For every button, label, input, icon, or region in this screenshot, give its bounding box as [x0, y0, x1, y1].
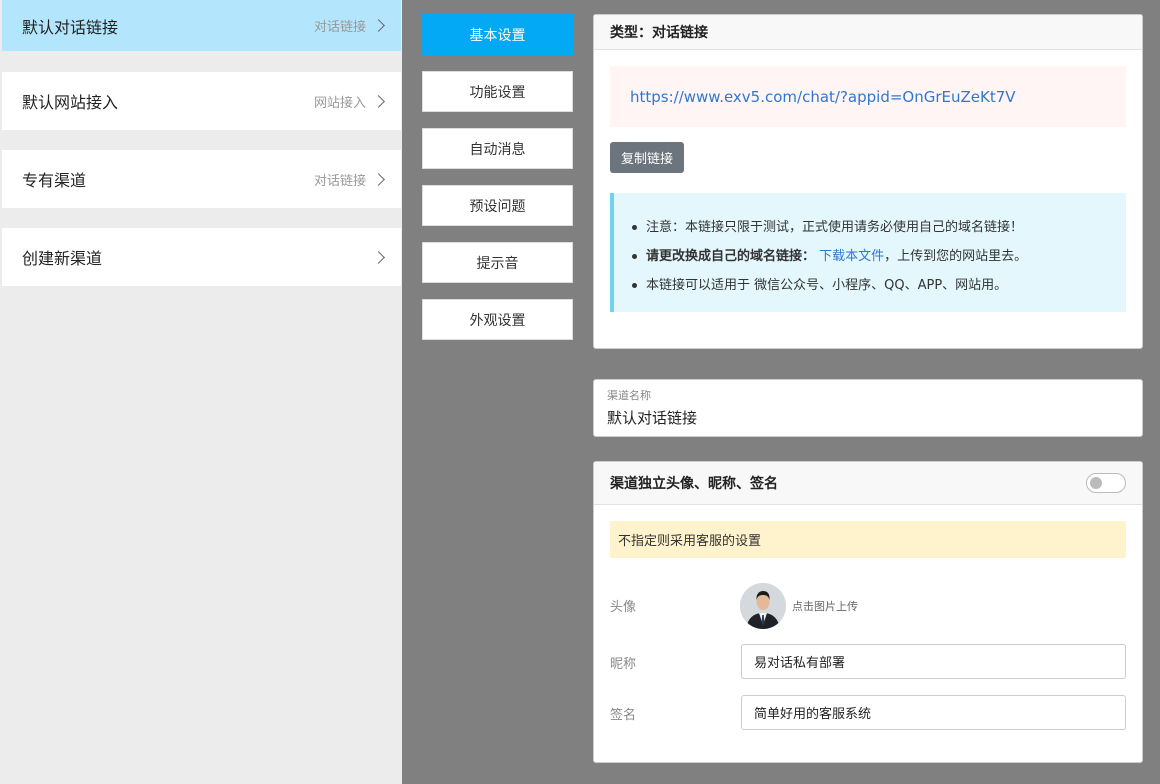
notice-box: 注意：本链接只限于测试，正式使用请务必使用自己的域名链接！ 请更改换成自己的域名…: [610, 193, 1126, 312]
tab-feature-settings[interactable]: 功能设置: [422, 71, 573, 112]
channel-item-exclusive[interactable]: 专有渠道 对话链接: [2, 150, 401, 208]
card-title: 渠道独立头像、昵称、签名: [594, 462, 1142, 505]
channel-type: 对话链接: [313, 20, 366, 35]
link-box: https://www.exv5.com/chat/?appid=OnGrEuZ…: [610, 66, 1126, 127]
signature-label: 签名: [610, 708, 637, 723]
person-avatar-icon: [740, 583, 786, 629]
tab-basic-settings[interactable]: 基本设置: [422, 14, 573, 55]
tab-appearance-settings[interactable]: 外观设置: [422, 299, 573, 340]
copy-link-button[interactable]: 复制链接: [610, 142, 684, 173]
profile-toggle[interactable]: [1086, 473, 1126, 493]
nickname-input[interactable]: [741, 644, 1126, 679]
tab-notification-sound[interactable]: 提示音: [422, 242, 573, 283]
notice-item: 请更改换成自己的域名链接： 下载本文件，上传到您的网站里去。: [630, 242, 1110, 271]
field-label: 渠道名称: [607, 389, 651, 402]
card-title-text: 渠道独立头像、昵称、签名: [610, 476, 778, 492]
chevron-right-icon: [372, 94, 385, 108]
chevron-right-icon: [372, 19, 385, 32]
chevron-right-icon: [372, 172, 385, 186]
toggle-knob: [1090, 477, 1102, 489]
upload-hint: 点击图片上传: [792, 600, 858, 613]
channel-list: 默认对话链接 对话链接 默认网站接入 网站接入 专有渠道 对话链接 创建新渠道: [0, 0, 402, 784]
field-value: 默认对话链接: [607, 409, 698, 427]
card-title: 类型：对话链接: [594, 15, 1142, 50]
tab-auto-messages[interactable]: 自动消息: [422, 128, 573, 169]
channel-name: 默认网站接入: [22, 93, 119, 112]
channel-item-default-chat[interactable]: 默认对话链接 对话链接: [2, 0, 401, 51]
create-channel-button[interactable]: 创建新渠道: [2, 228, 401, 286]
channel-name-field[interactable]: 渠道名称 默认对话链接: [593, 379, 1143, 437]
channel-item-default-website[interactable]: 默认网站接入 网站接入: [2, 72, 401, 130]
notice-item: 注意：本链接只限于测试，正式使用请务必使用自己的域名链接！: [630, 213, 1110, 242]
avatar[interactable]: [740, 583, 786, 629]
channel-name: 专有渠道: [22, 171, 87, 190]
notice-item: 本链接可以适用于 微信公众号、小程序、QQ、APP、网站用。: [630, 271, 1110, 300]
tab-preset-questions[interactable]: 预设问题: [422, 185, 573, 226]
nickname-label: 昵称: [610, 657, 637, 672]
chat-link[interactable]: https://www.exv5.com/chat/?appid=OnGrEuZ…: [630, 88, 1016, 106]
notice-text: 注意：本链接只限于测试，正式使用请务必使用自己的域名链接！: [646, 220, 1024, 235]
download-file-link[interactable]: 下载本文件: [819, 249, 884, 264]
signature-input[interactable]: [741, 695, 1126, 730]
channel-type: 网站接入: [313, 95, 366, 111]
link-card: 类型：对话链接 https://www.exv5.com/chat/?appid…: [593, 14, 1143, 349]
avatar-label: 头像: [610, 600, 637, 615]
channel-type: 对话链接: [313, 173, 366, 189]
notice-text: ，上传到您的网站里去。: [884, 249, 1028, 264]
channel-name: 默认对话链接: [22, 17, 119, 37]
channel-name: 创建新渠道: [22, 249, 103, 268]
profile-card: 渠道独立头像、昵称、签名 不指定则采用客服的设置 头像 点击图片上传 昵称 签名: [593, 461, 1143, 763]
notice-text: 本链接可以适用于 微信公众号、小程序、QQ、APP、网站用。: [646, 278, 1008, 293]
notice-bold-text: 请更改换成自己的域名链接：: [646, 249, 816, 264]
chevron-right-icon: [372, 250, 385, 264]
warning-box: 不指定则采用客服的设置: [610, 521, 1126, 558]
